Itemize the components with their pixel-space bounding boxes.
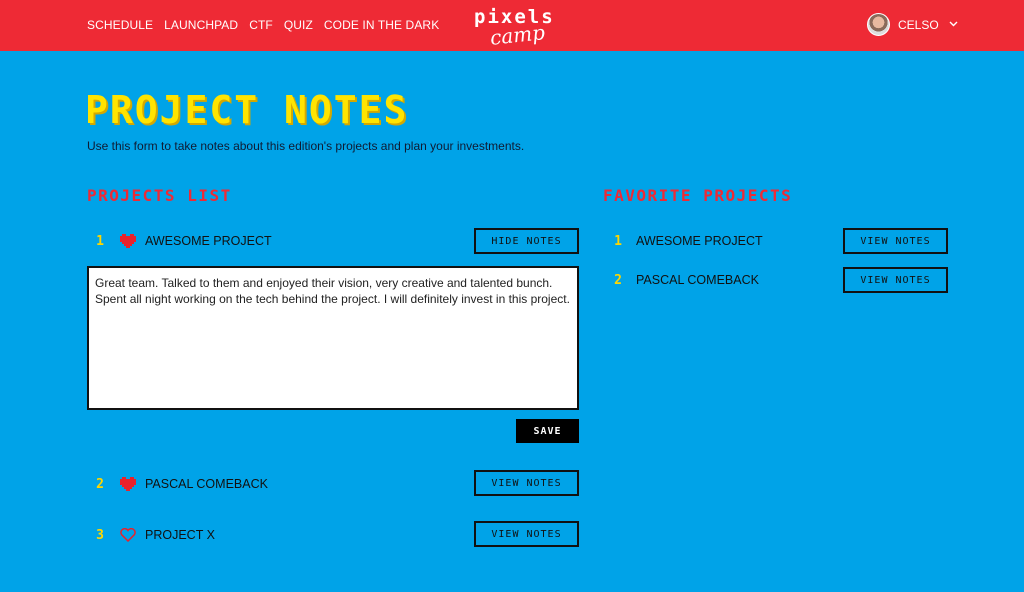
view-notes-button[interactable]: VIEW NOTES <box>474 470 579 496</box>
view-notes-button[interactable]: VIEW NOTES <box>474 521 579 547</box>
favorite-row: 2 PASCAL COMEBACK <box>611 267 759 293</box>
page-subtitle: Use this form to take notes about this e… <box>87 139 525 153</box>
nav-launchpad[interactable]: LAUNCHPAD <box>164 18 238 32</box>
page-title: PROJECT NOTES <box>85 88 409 132</box>
favorite-name: PASCAL COMEBACK <box>636 273 759 287</box>
favorite-number: 1 <box>614 233 622 249</box>
main-nav: SCHEDULE LAUNCHPAD CTF QUIZ CODE IN THE … <box>87 18 439 32</box>
project-row: 1 AWESOME PROJECT <box>93 228 272 254</box>
user-menu[interactable]: CELSO <box>867 13 958 36</box>
top-nav-bar: SCHEDULE LAUNCHPAD CTF QUIZ CODE IN THE … <box>0 0 1024 51</box>
project-name: PROJECT X <box>145 528 215 542</box>
logo-text-camp: camp <box>488 20 547 50</box>
favorite-projects-title: FAVORITE PROJECTS <box>603 186 793 205</box>
heart-filled-icon[interactable] <box>119 233 137 249</box>
project-row: 2 PASCAL COMEBACK <box>93 471 268 497</box>
avatar <box>867 13 890 36</box>
nav-ctf[interactable]: CTF <box>249 18 273 32</box>
project-number: 3 <box>96 527 104 543</box>
view-notes-button[interactable]: VIEW NOTES <box>843 267 948 293</box>
projects-list-title: PROJECTS LIST <box>87 186 232 205</box>
nav-code-in-the-dark[interactable]: CODE IN THE DARK <box>324 18 439 32</box>
nav-schedule[interactable]: SCHEDULE <box>87 18 153 32</box>
favorite-name: AWESOME PROJECT <box>636 234 763 248</box>
nav-quiz[interactable]: QUIZ <box>284 18 313 32</box>
project-row: 3 PROJECT X <box>93 522 215 548</box>
heart-outline-icon[interactable] <box>119 527 137 543</box>
notes-textarea[interactable]: Great team. Talked to them and enjoyed t… <box>87 266 579 410</box>
pixels-camp-logo[interactable]: PiXELS camp <box>470 6 565 50</box>
favorite-row: 1 AWESOME PROJECT <box>611 228 763 254</box>
hide-notes-button[interactable]: HIDE NOTES <box>474 228 579 254</box>
project-number: 1 <box>96 233 104 249</box>
heart-filled-icon[interactable] <box>119 476 137 492</box>
favorite-number: 2 <box>614 272 622 288</box>
save-button[interactable]: SAVE <box>516 419 579 443</box>
project-name: PASCAL COMEBACK <box>145 477 268 491</box>
user-name: CELSO <box>898 17 939 32</box>
project-name: AWESOME PROJECT <box>145 234 272 248</box>
project-number: 2 <box>96 476 104 492</box>
chevron-down-icon <box>949 19 958 30</box>
view-notes-button[interactable]: VIEW NOTES <box>843 228 948 254</box>
